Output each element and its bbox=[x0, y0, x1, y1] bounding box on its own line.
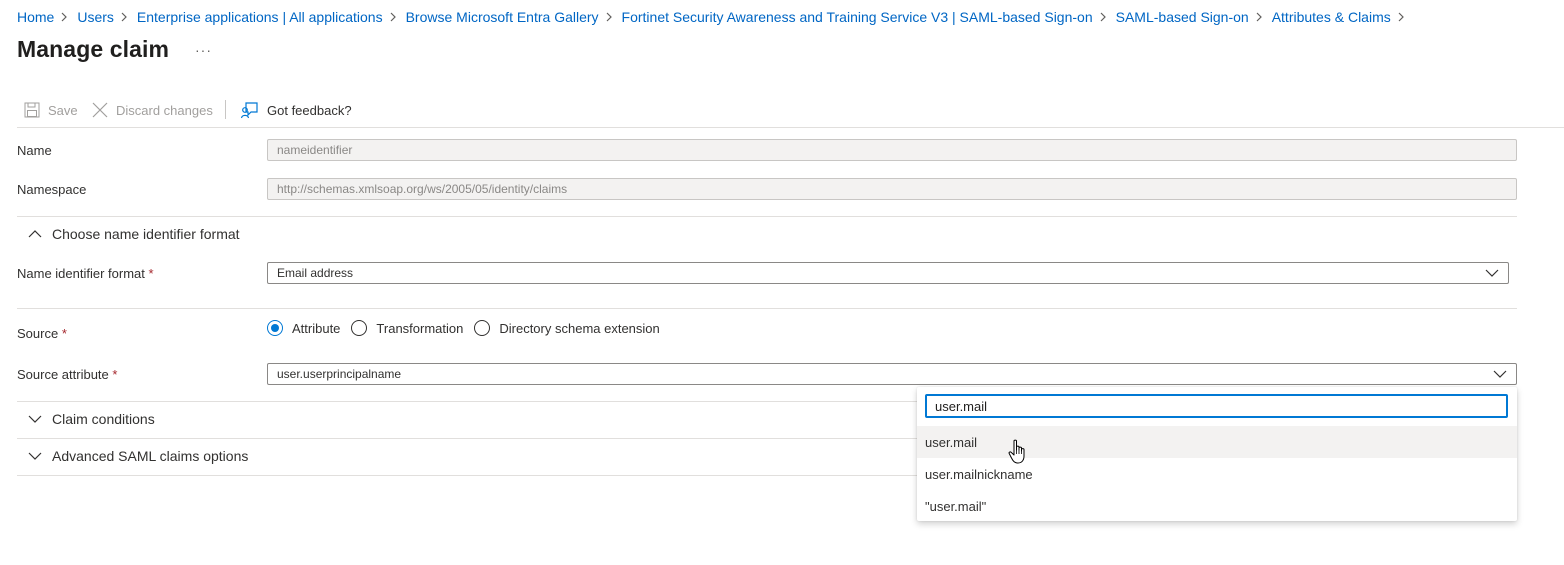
chevron-right-icon bbox=[54, 12, 77, 22]
radio-selected-icon bbox=[267, 320, 283, 336]
hand-cursor-icon bbox=[1008, 439, 1025, 464]
feedback-button[interactable]: Got feedback? bbox=[241, 99, 352, 121]
chevron-right-icon bbox=[114, 12, 137, 22]
options-search-input[interactable]: user.mail bbox=[925, 394, 1508, 418]
claim-conditions-title: Claim conditions bbox=[52, 411, 155, 427]
toolbar-divider bbox=[225, 100, 226, 119]
radio-label: Directory schema extension bbox=[499, 320, 660, 336]
radio-label: Transformation bbox=[376, 320, 464, 336]
breadcrumb-saml-signon[interactable]: SAML-based Sign-on bbox=[1116, 9, 1249, 25]
breadcrumb: Home Users Enterprise applications | All… bbox=[17, 9, 1414, 25]
required-indicator: * bbox=[61, 326, 67, 341]
choose-format-section-title: Choose name identifier format bbox=[52, 226, 240, 242]
toolbar-separator bbox=[17, 127, 1564, 128]
feedback-label: Got feedback? bbox=[267, 102, 352, 118]
format-dropdown[interactable]: Email address bbox=[267, 262, 1509, 284]
advanced-saml-section-toggle[interactable]: Advanced SAML claims options bbox=[17, 447, 248, 465]
chevron-right-icon bbox=[1093, 12, 1116, 22]
option-user-mailnickname[interactable]: user.mailnickname bbox=[917, 458, 1517, 490]
source-attribute-label: Source attribute * bbox=[17, 367, 117, 382]
chevron-down-icon bbox=[28, 415, 42, 423]
source-label-text: Source bbox=[17, 326, 59, 341]
radio-icon bbox=[474, 320, 491, 336]
breadcrumb-gallery[interactable]: Browse Microsoft Entra Gallery bbox=[406, 9, 599, 25]
option-user-mail[interactable]: user.mail bbox=[917, 426, 1517, 458]
feedback-icon bbox=[241, 102, 258, 119]
source-attribute-label-text: Source attribute bbox=[17, 367, 109, 382]
claim-conditions-section-toggle[interactable]: Claim conditions bbox=[17, 410, 155, 428]
radio-label: Attribute bbox=[292, 320, 341, 336]
chevron-down-icon bbox=[1485, 269, 1499, 277]
divider bbox=[17, 308, 1517, 309]
source-attribute-options-panel: user.mail user.mail user.mailnickname "u… bbox=[917, 387, 1517, 521]
save-label: Save bbox=[48, 102, 78, 118]
required-indicator: * bbox=[148, 266, 154, 281]
chevron-right-icon bbox=[1391, 12, 1414, 22]
name-label: Name bbox=[17, 143, 52, 158]
save-button[interactable]: Save bbox=[24, 99, 78, 121]
chevron-right-icon bbox=[1249, 12, 1272, 22]
breadcrumb-home[interactable]: Home bbox=[17, 9, 54, 25]
source-radio-directory-schema-extension[interactable]: Directory schema extension bbox=[474, 320, 660, 336]
breadcrumb-attributes-claims[interactable]: Attributes & Claims bbox=[1272, 9, 1391, 25]
breadcrumb-users[interactable]: Users bbox=[77, 9, 114, 25]
source-radio-group: Attribute Transformation Directory schem… bbox=[267, 320, 671, 336]
discard-changes-button[interactable]: Discard changes bbox=[92, 99, 213, 121]
chevron-down-icon bbox=[1493, 370, 1507, 378]
namespace-field: http://schemas.xmlsoap.org/ws/2005/05/id… bbox=[267, 178, 1517, 200]
close-icon bbox=[92, 102, 108, 118]
more-options-button[interactable]: ··· bbox=[195, 42, 212, 58]
required-indicator: * bbox=[112, 367, 118, 382]
breadcrumb-app-saml[interactable]: Fortinet Security Awareness and Training… bbox=[622, 9, 1093, 25]
source-radio-transformation[interactable]: Transformation bbox=[351, 320, 463, 336]
source-radio-attribute[interactable]: Attribute bbox=[267, 320, 340, 336]
breadcrumb-enterprise-apps[interactable]: Enterprise applications | All applicatio… bbox=[137, 9, 383, 25]
divider bbox=[17, 216, 1517, 217]
format-label: Name identifier format * bbox=[17, 266, 154, 281]
save-icon bbox=[24, 102, 40, 118]
discard-changes-label: Discard changes bbox=[116, 102, 213, 118]
source-attribute-dropdown[interactable]: user.userprincipalname bbox=[267, 363, 1517, 385]
option-quoted-user-mail[interactable]: "user.mail" bbox=[917, 490, 1517, 522]
name-field: nameidentifier bbox=[267, 139, 1517, 161]
format-dropdown-value: Email address bbox=[277, 266, 354, 280]
advanced-saml-title: Advanced SAML claims options bbox=[52, 448, 249, 464]
source-label: Source * bbox=[17, 326, 67, 341]
radio-icon bbox=[351, 320, 368, 336]
page-title: Manage claim bbox=[17, 36, 170, 62]
namespace-label: Namespace bbox=[17, 182, 87, 197]
chevron-right-icon bbox=[383, 12, 406, 22]
chevron-right-icon bbox=[599, 12, 622, 22]
chevron-down-icon bbox=[28, 452, 42, 460]
chevron-up-icon bbox=[28, 230, 42, 238]
choose-format-section-toggle[interactable]: Choose name identifier format bbox=[17, 225, 240, 243]
format-label-text: Name identifier format bbox=[17, 266, 145, 281]
source-attribute-value: user.userprincipalname bbox=[277, 367, 402, 381]
